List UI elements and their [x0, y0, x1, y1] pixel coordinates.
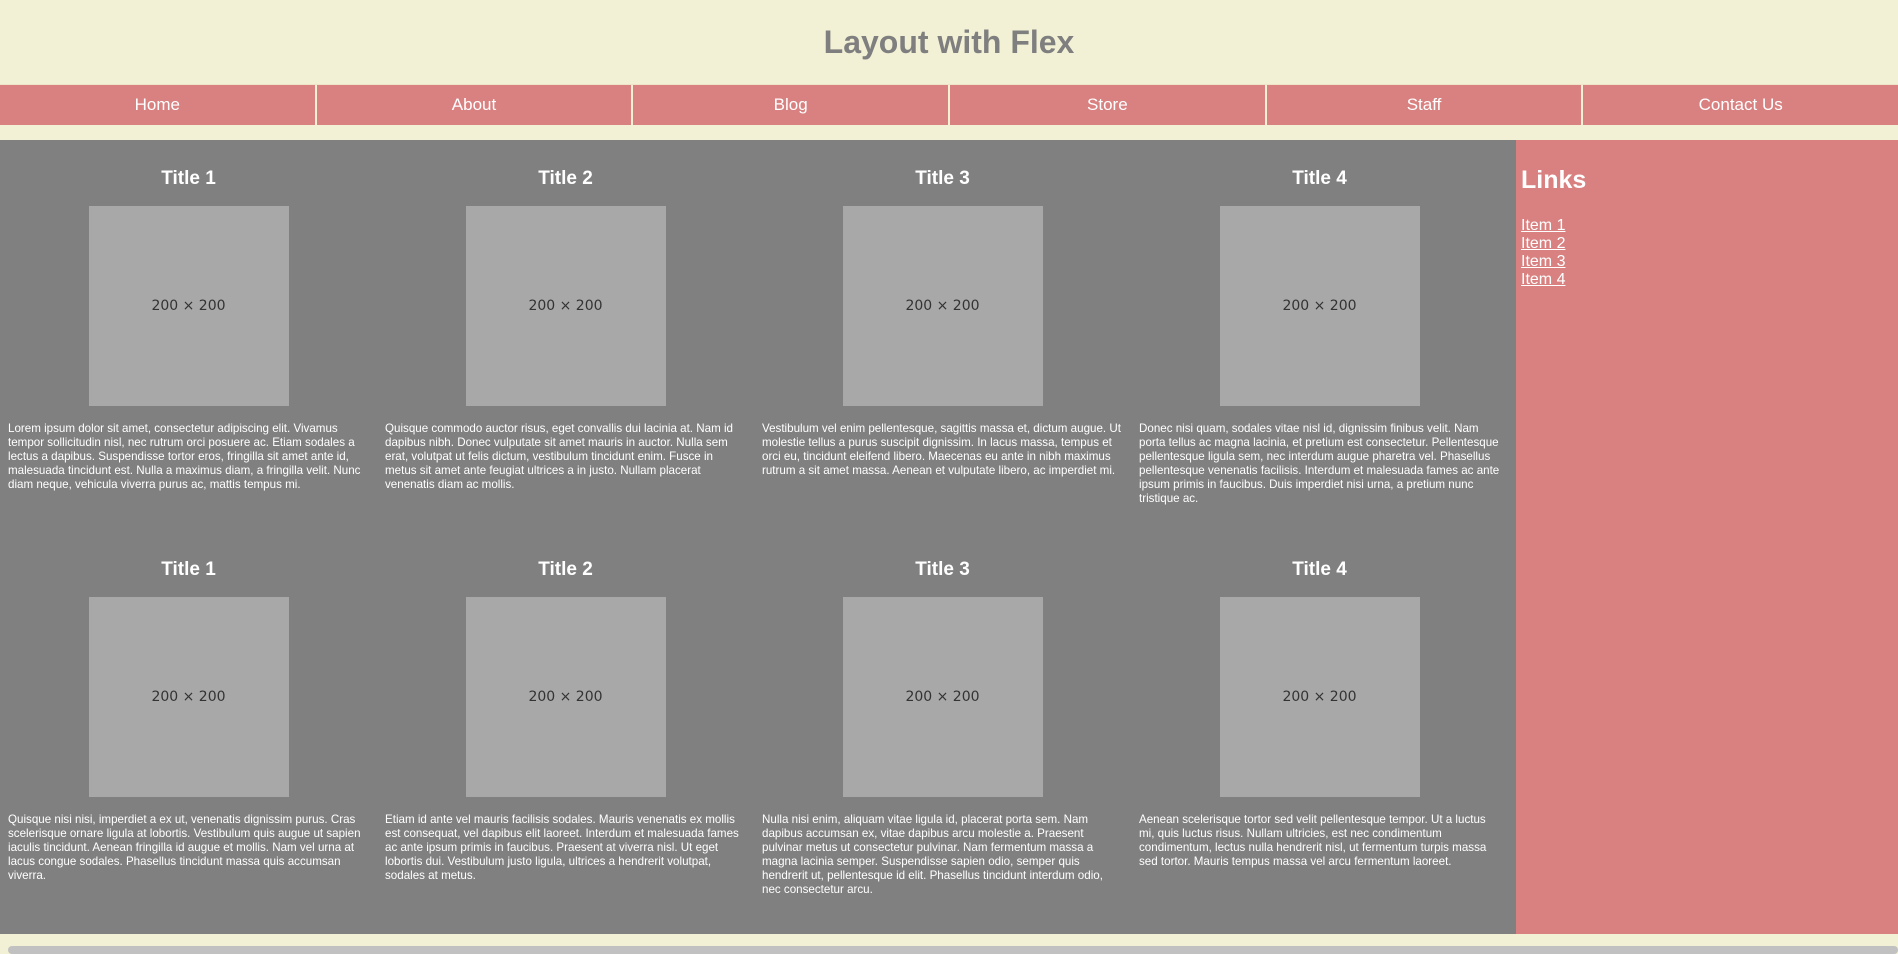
nav-item-staff[interactable]: Staff: [1267, 85, 1584, 125]
nav-item-contact-us[interactable]: Contact Us: [1583, 85, 1898, 125]
card-title: Title 1: [161, 168, 216, 189]
card: Title 4 200 × 200 Aenean scelerisque tor…: [1131, 531, 1508, 934]
card: Title 1 200 × 200 Quisque nisi nisi, imp…: [0, 531, 377, 934]
content-wrapper: Title 1 200 × 200 Lorem ipsum dolor sit …: [0, 140, 1898, 934]
card: Title 3 200 × 200 Vestibulum vel enim pe…: [754, 140, 1131, 531]
card: Title 2 200 × 200 Etiam id ante vel maur…: [377, 531, 754, 934]
horizontal-scrollbar[interactable]: [8, 946, 1898, 954]
card: Title 4 200 × 200 Donec nisi quam, sodal…: [1131, 140, 1508, 531]
card-image-placeholder: 200 × 200: [88, 206, 289, 406]
card-title: Title 1: [161, 559, 216, 580]
card-text: Vestibulum vel enim pellentesque, sagitt…: [762, 422, 1121, 477]
card-text: Aenean scelerisque tortor sed velit pell…: [1139, 813, 1487, 868]
list-item: Item 4: [1521, 271, 1893, 289]
card-title: Title 3: [915, 168, 970, 189]
nav-item-store[interactable]: Store: [950, 85, 1267, 125]
card-image-placeholder: 200 × 200: [465, 206, 666, 406]
sidebar-link-item-2[interactable]: Item 2: [1521, 235, 1565, 252]
card-image-placeholder: 200 × 200: [842, 597, 1043, 797]
card: Title 1 200 × 200 Lorem ipsum dolor sit …: [0, 140, 377, 531]
card-grid: Title 1 200 × 200 Lorem ipsum dolor sit …: [0, 140, 1516, 934]
card-text: Quisque commodo auctor risus, eget conva…: [385, 422, 733, 491]
card-image-placeholder: 200 × 200: [1219, 597, 1420, 797]
sidebar-link-item-1[interactable]: Item 1: [1521, 217, 1565, 234]
sidebar-link-item-4[interactable]: Item 4: [1521, 271, 1565, 288]
card-title: Title 2: [538, 559, 593, 580]
nav-item-home[interactable]: Home: [0, 85, 317, 125]
page-title: Layout with Flex: [823, 23, 1075, 60]
card-title: Title 2: [538, 168, 593, 189]
card: Title 3 200 × 200 Nulla nisi enim, aliqu…: [754, 531, 1131, 934]
card-text: Lorem ipsum dolor sit amet, consectetur …: [8, 422, 361, 491]
card-title: Title 4: [1292, 559, 1347, 580]
card-text: Nulla nisi enim, aliquam vitae ligula id…: [762, 813, 1103, 896]
card-title: Title 3: [915, 559, 970, 580]
card-image-placeholder: 200 × 200: [1219, 206, 1420, 406]
sidebar-link-item-3[interactable]: Item 3: [1521, 253, 1565, 270]
card: Title 2 200 × 200 Quisque commodo auctor…: [377, 140, 754, 531]
card-image-placeholder: 200 × 200: [842, 206, 1043, 406]
list-item: Item 2: [1521, 235, 1893, 253]
list-item: Item 1: [1521, 217, 1893, 235]
card-text: Etiam id ante vel mauris facilisis sodal…: [385, 813, 739, 882]
page-header: Layout with Flex: [0, 0, 1898, 84]
nav-item-blog[interactable]: Blog: [633, 85, 951, 125]
sidebar: Links Item 1 Item 2 Item 3 Item 4: [1516, 140, 1898, 934]
card-text: Donec nisi quam, sodales vitae nisl id, …: [1139, 422, 1500, 505]
main-nav: Home About Blog Store Staff Contact Us: [0, 84, 1898, 125]
list-item: Item 3: [1521, 253, 1893, 271]
card-text: Quisque nisi nisi, imperdiet a ex ut, ve…: [8, 813, 361, 882]
card-title: Title 4: [1292, 168, 1347, 189]
card-image-placeholder: 200 × 200: [465, 597, 666, 797]
nav-item-about[interactable]: About: [317, 85, 634, 125]
sidebar-title: Links: [1521, 166, 1587, 194]
card-image-placeholder: 200 × 200: [88, 597, 289, 797]
sidebar-links: Item 1 Item 2 Item 3 Item 4: [1521, 217, 1893, 289]
